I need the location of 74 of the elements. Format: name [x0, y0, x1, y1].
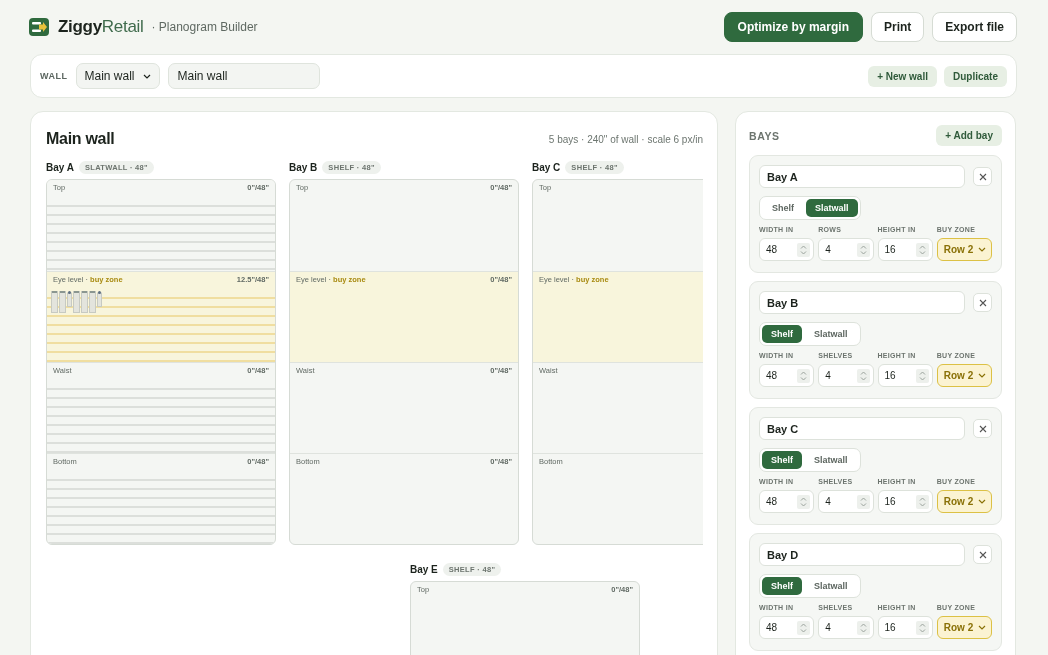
spinner-icon [856, 620, 870, 635]
toggle-option[interactable]: Shelf [762, 577, 802, 595]
header-button[interactable]: Print [870, 12, 925, 42]
add-bay-button[interactable]: + Add bay [936, 125, 1002, 146]
panel-title: BAYS [749, 129, 780, 142]
bay-name-field[interactable]: Bay D [759, 543, 965, 566]
number-field[interactable]: 16 [877, 616, 933, 639]
toggle-option[interactable]: Slatwall [804, 577, 858, 595]
spinner-icon [915, 620, 929, 635]
bay-name-field[interactable]: Bay A [759, 165, 965, 188]
number-field[interactable]: 16 [877, 238, 933, 261]
logo-icon [29, 18, 49, 36]
product-bottle-icon [67, 291, 72, 307]
bay-name: Bay B [289, 161, 318, 173]
wall-action-button[interactable]: Duplicate [944, 65, 1007, 87]
wall-name-field[interactable]: Main wall [167, 63, 320, 89]
bay-name-field[interactable]: Bay C [759, 417, 965, 440]
chevron-down-icon [142, 73, 151, 79]
bay-name: Bay C [532, 161, 561, 173]
optimize-button[interactable]: Optimize by margin [723, 12, 863, 42]
toggle-option[interactable]: Shelf [762, 325, 802, 343]
bay-name: Bay A [46, 161, 74, 173]
bay-name: Bay E [410, 563, 438, 575]
number-field[interactable]: 48 [759, 616, 815, 639]
close-button[interactable] [973, 167, 992, 186]
chevron-down-icon [978, 247, 986, 252]
chevron-down-icon [978, 499, 986, 504]
number-field[interactable]: 4 [818, 616, 874, 639]
spinner-icon [915, 494, 929, 509]
close-icon [978, 550, 987, 559]
buy-zone-select[interactable]: Row 2 [936, 238, 992, 261]
toggle-option[interactable]: Shelf [762, 199, 804, 217]
product-bottle-icon [97, 291, 102, 307]
spinner-icon [797, 620, 811, 635]
spinner-icon [856, 494, 870, 509]
close-icon [978, 172, 987, 181]
header-button[interactable]: Export file [932, 12, 1017, 42]
number-field[interactable]: 48 [759, 238, 815, 261]
spinner-icon [915, 242, 929, 257]
brand-name: ZiggyRetail [58, 17, 144, 37]
spinner-icon [797, 494, 811, 509]
chevron-down-icon [978, 625, 986, 630]
toggle-option[interactable]: Slatwall [804, 325, 858, 343]
chevron-down-icon [978, 373, 986, 378]
spinner-icon [797, 242, 811, 257]
close-icon [978, 298, 987, 307]
buy-zone-select[interactable]: Row 2 [936, 616, 992, 639]
number-field[interactable]: 48 [759, 364, 815, 387]
buy-zone-select[interactable]: Row 2 [936, 490, 992, 513]
number-field[interactable]: 4 [818, 490, 874, 513]
spinner-icon [856, 242, 870, 257]
spinner-icon [915, 368, 929, 383]
wall-title: Main wall [46, 130, 115, 148]
bay-name-field[interactable]: Bay B [759, 291, 965, 314]
number-field[interactable]: 4 [818, 238, 874, 261]
app-subtitle: · Planogram Builder [151, 20, 258, 34]
close-button[interactable] [973, 293, 992, 312]
toggle-option[interactable]: Shelf [762, 451, 802, 469]
close-button[interactable] [973, 545, 992, 564]
wall-label: WALL [40, 71, 68, 81]
wall-action-button[interactable]: + New wall [868, 65, 937, 87]
toggle-option[interactable]: Slatwall [806, 199, 858, 217]
number-field[interactable]: 4 [818, 364, 874, 387]
number-field[interactable]: 16 [877, 364, 933, 387]
number-field[interactable]: 16 [877, 490, 933, 513]
number-field[interactable]: 48 [759, 490, 815, 513]
wall-summary: 5 bays · 240" of wall · scale 6 px/in [548, 133, 703, 145]
close-button[interactable] [973, 419, 992, 438]
close-icon [978, 424, 987, 433]
buy-zone-select[interactable]: Row 2 [936, 364, 992, 387]
spinner-icon [856, 368, 870, 383]
wall-select[interactable]: Main wall [75, 63, 160, 89]
spinner-icon [797, 368, 811, 383]
toggle-option[interactable]: Slatwall [804, 451, 858, 469]
